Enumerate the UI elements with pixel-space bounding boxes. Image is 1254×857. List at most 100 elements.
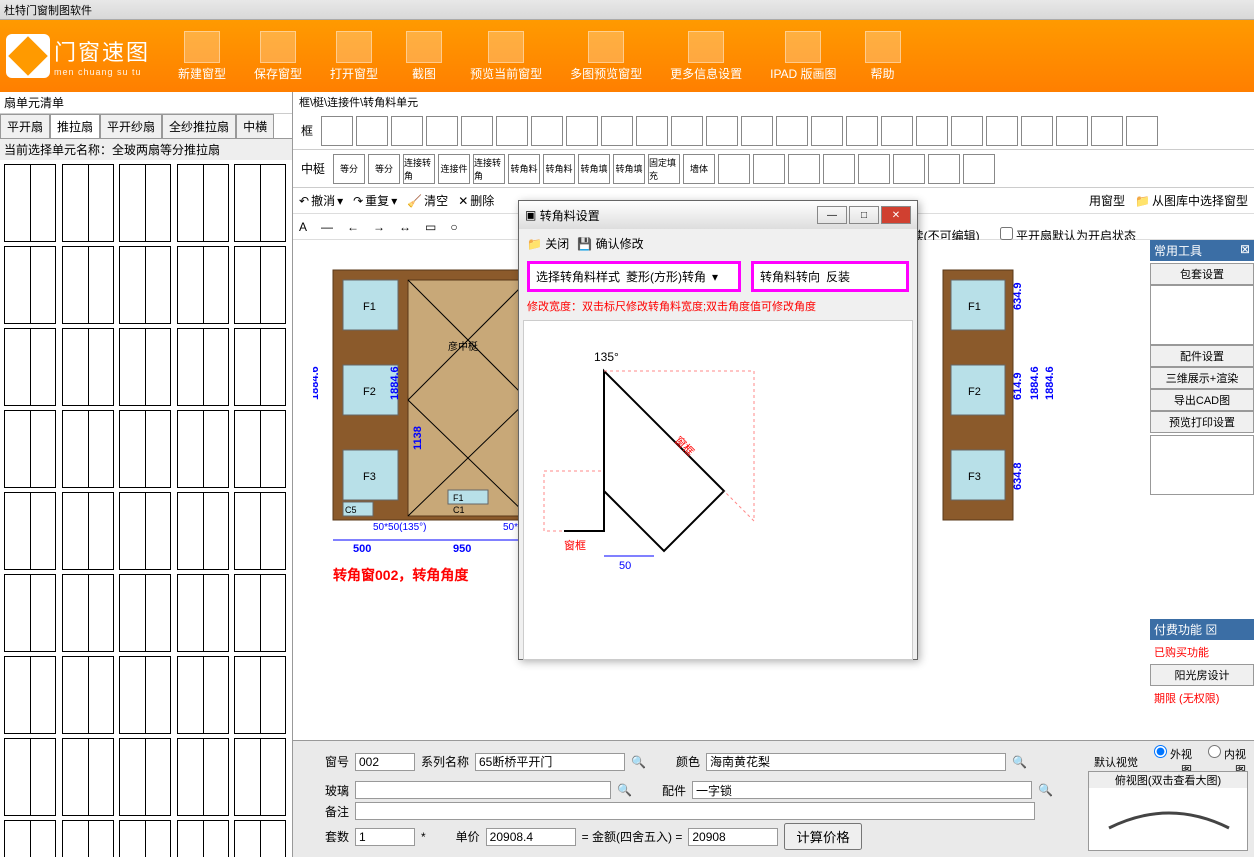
frame-shape-14[interactable]: [811, 116, 843, 146]
frame-shape-10[interactable]: [671, 116, 703, 146]
thumb-10[interactable]: [4, 328, 56, 406]
frame-shape-2[interactable]: [391, 116, 423, 146]
thumb-31[interactable]: [62, 656, 114, 734]
tab-0[interactable]: 平开扇: [0, 114, 50, 138]
thumb-42[interactable]: [119, 820, 171, 857]
thumb-13[interactable]: [177, 328, 229, 406]
ribbon-new[interactable]: 新建窗型: [178, 31, 226, 82]
search-icon[interactable]: 🔍: [631, 755, 646, 769]
thumb-39[interactable]: [234, 738, 286, 816]
frame-shape-8[interactable]: [601, 116, 633, 146]
thumb-18[interactable]: [177, 410, 229, 488]
thumb-11[interactable]: [62, 328, 114, 406]
thumb-35[interactable]: [4, 738, 56, 816]
mullion-extra-5[interactable]: [893, 154, 925, 184]
delete-button[interactable]: ✕ 删除: [458, 192, 494, 209]
mullion-extra-2[interactable]: [788, 154, 820, 184]
frame-shape-3[interactable]: [426, 116, 458, 146]
ribbon-ipad[interactable]: IPAD 版画图: [770, 31, 836, 82]
mullion-tool-3[interactable]: 连接件: [438, 154, 470, 184]
ribbon-screenshot[interactable]: 截图: [406, 31, 442, 82]
ribbon-help[interactable]: 帮助: [865, 31, 901, 82]
thumb-37[interactable]: [119, 738, 171, 816]
thumb-12[interactable]: [119, 328, 171, 406]
mullion-extra-7[interactable]: [963, 154, 995, 184]
dialog-canvas[interactable]: 135° 窗框 窗框 50: [523, 320, 913, 660]
tab-1[interactable]: 推拉扇: [50, 114, 100, 138]
search-icon[interactable]: 🔍: [617, 783, 632, 797]
thumb-24[interactable]: [234, 492, 286, 570]
parts-input[interactable]: [692, 781, 1032, 799]
mullion-tool-5[interactable]: 转角料: [508, 154, 540, 184]
thumb-14[interactable]: [234, 328, 286, 406]
thumb-16[interactable]: [62, 410, 114, 488]
direction-selector[interactable]: 转角料转向 反装: [751, 261, 909, 292]
mullion-extra-6[interactable]: [928, 154, 960, 184]
thumb-30[interactable]: [4, 656, 56, 734]
frame-shape-5[interactable]: [496, 116, 528, 146]
tool-arrow-lr[interactable]: ↔: [399, 220, 411, 234]
thumb-9[interactable]: [234, 246, 286, 324]
thumb-44[interactable]: [234, 820, 286, 857]
glass-input[interactable]: [355, 781, 611, 799]
thumb-28[interactable]: [177, 574, 229, 652]
frame-shape-18[interactable]: [951, 116, 983, 146]
thumb-43[interactable]: [177, 820, 229, 857]
mullion-extra-0[interactable]: [718, 154, 750, 184]
thumb-22[interactable]: [119, 492, 171, 570]
qty-input[interactable]: [355, 828, 415, 846]
frame-shape-19[interactable]: [986, 116, 1018, 146]
frame-shape-17[interactable]: [916, 116, 948, 146]
close-button[interactable]: ✕: [881, 206, 911, 224]
frame-shape-0[interactable]: [321, 116, 353, 146]
dialog-confirm-tool[interactable]: 💾 确认修改: [577, 235, 643, 252]
frame-shape-16[interactable]: [881, 116, 913, 146]
tab-3[interactable]: 全纱推拉扇: [162, 114, 236, 138]
thumb-41[interactable]: [62, 820, 114, 857]
mullion-tool-6[interactable]: 转角料: [543, 154, 575, 184]
thumb-17[interactable]: [119, 410, 171, 488]
frame-shape-1[interactable]: [356, 116, 388, 146]
thumb-15[interactable]: [4, 410, 56, 488]
from-library-button[interactable]: 📁 从图库中选择窗型: [1135, 192, 1248, 209]
mullion-tool-7[interactable]: 转角填: [578, 154, 610, 184]
apply-type-button[interactable]: 用窗型: [1089, 192, 1125, 209]
frame-shape-15[interactable]: [846, 116, 878, 146]
frame-shape-22[interactable]: [1091, 116, 1123, 146]
topview-preview[interactable]: 俯视图(双击查看大图): [1088, 771, 1248, 851]
tool-btn-1[interactable]: 配件设置: [1150, 345, 1254, 367]
undo-button[interactable]: ↶ 撤消 ▾: [299, 192, 343, 209]
search-icon[interactable]: 🔍: [1012, 755, 1027, 769]
dialog-close-tool[interactable]: 📁 关闭: [527, 235, 569, 252]
thumb-40[interactable]: [4, 820, 56, 857]
mullion-tool-1[interactable]: 等分: [368, 154, 400, 184]
price-input[interactable]: [486, 828, 576, 846]
frame-shape-23[interactable]: [1126, 116, 1158, 146]
color-input[interactable]: [706, 753, 1006, 771]
thumb-33[interactable]: [177, 656, 229, 734]
tool-arrow-l[interactable]: ←: [347, 220, 359, 234]
mullion-tool-4[interactable]: 连接转角: [473, 154, 505, 184]
thumb-6[interactable]: [62, 246, 114, 324]
thumb-25[interactable]: [4, 574, 56, 652]
thumb-2[interactable]: [119, 164, 171, 242]
tool-A[interactable]: A: [299, 220, 307, 234]
mullion-tool-0[interactable]: 等分: [333, 154, 365, 184]
thumb-38[interactable]: [177, 738, 229, 816]
clear-button[interactable]: 🧹 清空: [407, 192, 448, 209]
ribbon-more[interactable]: 更多信息设置: [670, 31, 742, 82]
thumb-26[interactable]: [62, 574, 114, 652]
frame-shape-6[interactable]: [531, 116, 563, 146]
maximize-button[interactable]: □: [849, 206, 879, 224]
search-icon[interactable]: 🔍: [1038, 783, 1053, 797]
mullion-tool-9[interactable]: 固定填充: [648, 154, 680, 184]
close-icon[interactable]: ⊠: [1240, 242, 1250, 259]
ribbon-open[interactable]: 打开窗型: [330, 31, 378, 82]
thumb-32[interactable]: [119, 656, 171, 734]
thumb-29[interactable]: [234, 574, 286, 652]
redo-button[interactable]: ↷ 重复 ▾: [353, 192, 397, 209]
series-input[interactable]: [475, 753, 625, 771]
frame-shape-12[interactable]: [741, 116, 773, 146]
tool-rect[interactable]: ▭: [425, 220, 436, 234]
minimize-button[interactable]: —: [817, 206, 847, 224]
